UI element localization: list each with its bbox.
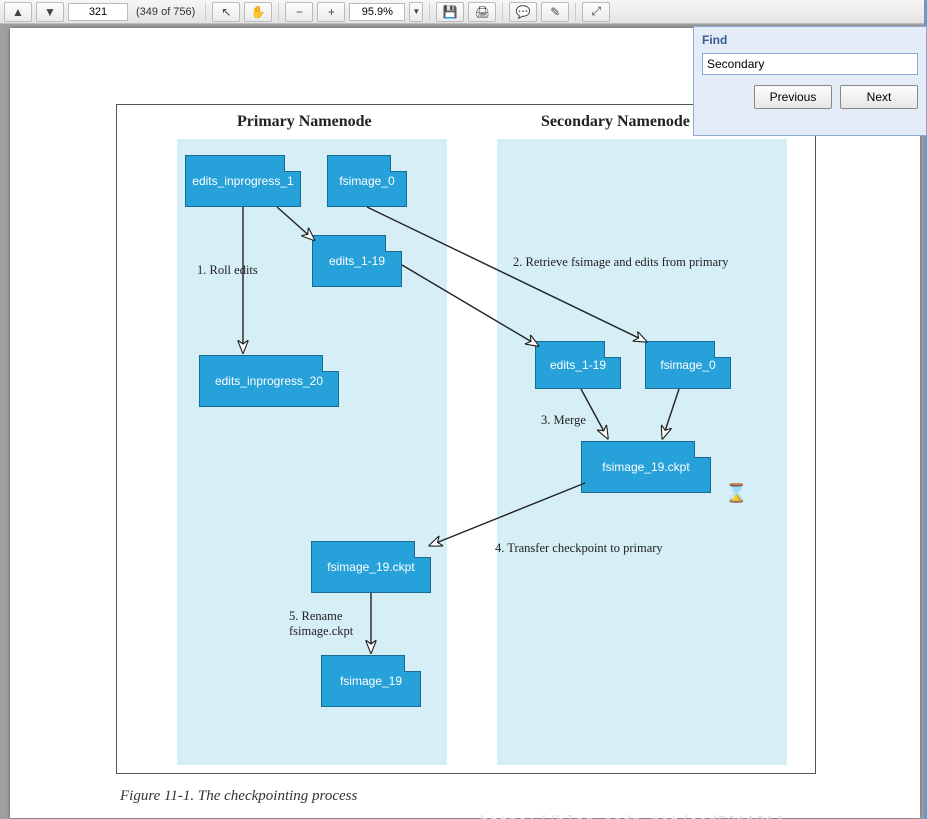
file-fsimage-19-ckpt-primary: fsimage_19.ckpt [311,541,431,593]
file-fsimage-0: fsimage_0 [327,155,407,207]
select-tool-button[interactable]: ↖ [212,2,240,22]
file-fsimage-19-ckpt: fsimage_19.ckpt [581,441,711,493]
find-previous-button[interactable]: Previous [754,85,832,109]
save-button[interactable]: 💾 [436,2,464,22]
toolbar-separator [429,3,430,21]
file-edits-1-19-copy: edits_1-19 [535,341,621,389]
page-viewport: Primary Namenode Secondary Namenode edit… [0,24,924,819]
hand-tool-button[interactable]: ✋ [244,2,272,22]
pdf-toolbar: ▲ ▼ (349 of 756) ↖ ✋ − + 95.9% ▼ 💾 🖨 💬 ✎… [0,0,924,24]
print-button[interactable]: 🖨 [468,2,496,22]
page-number-input[interactable] [68,3,128,21]
step-1-label: 1. Roll edits [197,263,258,278]
find-title: Find [702,33,918,47]
toolbar-separator [502,3,503,21]
file-edits-inprogress-1: edits_inprogress_1 [185,155,301,207]
file-fsimage-19: fsimage_19 [321,655,421,707]
watermark-text: https://blog.csdn.net/sod5211314 [480,814,784,819]
step-5-label: 5. Rename fsimage.ckpt [289,609,379,639]
toolbar-separator [278,3,279,21]
find-next-button[interactable]: Next [840,85,918,109]
pdf-page: Primary Namenode Secondary Namenode edit… [10,28,920,818]
find-panel: Find Previous Next [693,26,927,136]
step-3-label: 3. Merge [541,413,586,428]
figure-caption: Figure 11-1. The checkpointing process [120,788,357,805]
column-header-primary: Primary Namenode [237,113,372,131]
fullscreen-button[interactable]: ⤢ [582,2,610,22]
file-edits-inprogress-20: edits_inprogress_20 [199,355,339,407]
column-header-secondary: Secondary Namenode [541,113,690,131]
find-input[interactable] [702,53,918,75]
zoom-dropdown-button[interactable]: ▼ [409,2,423,22]
prev-page-button[interactable]: ▲ [4,2,32,22]
toolbar-separator [205,3,206,21]
file-edits-1-19: edits_1-19 [312,235,402,287]
highlight-button[interactable]: ✎ [541,2,569,22]
page-count-label: (349 of 756) [132,6,199,18]
next-page-button[interactable]: ▼ [36,2,64,22]
step-2-label: 2. Retrieve fsimage and edits from prima… [513,255,729,270]
comment-button[interactable]: 💬 [509,2,537,22]
toolbar-separator [575,3,576,21]
hourglass-icon: ⌛ [725,483,747,504]
zoom-out-button[interactable]: − [285,2,313,22]
zoom-in-button[interactable]: + [317,2,345,22]
step-4-label: 4. Transfer checkpoint to primary [495,541,663,556]
file-fsimage-0-copy: fsimage_0 [645,341,731,389]
zoom-value[interactable]: 95.9% [349,3,405,21]
figure-diagram: Primary Namenode Secondary Namenode edit… [116,104,816,774]
